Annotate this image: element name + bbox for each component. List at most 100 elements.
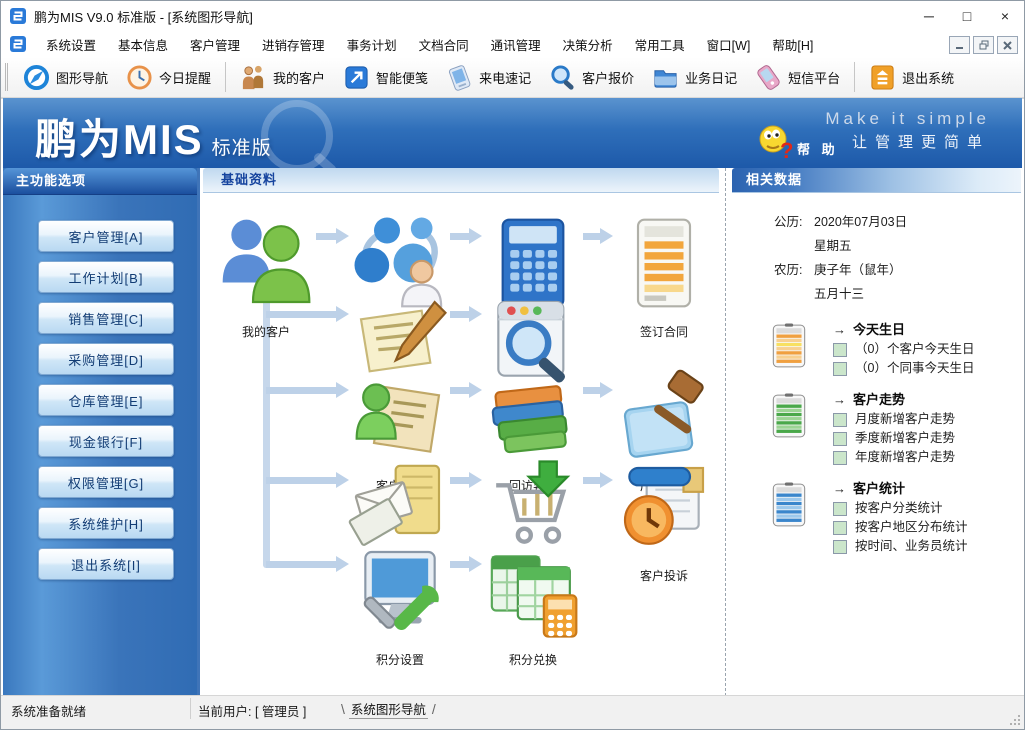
section-text: →客户统计按客户分类统计按客户地区分布统计按时间、业务员统计 xyxy=(833,479,968,556)
flow-arrow xyxy=(583,387,600,394)
bullet-icon xyxy=(833,413,847,427)
menu-item-5[interactable]: 事务计划 xyxy=(336,31,408,58)
section-text: →客户走势月度新增客户走势季度新增客户走势年度新增客户走势 xyxy=(833,390,955,467)
mdi-window-controls xyxy=(949,36,1018,54)
section-link[interactable]: 按客户地区分布统计 xyxy=(833,518,968,537)
mdi-minimize-button[interactable] xyxy=(949,36,970,54)
section-link[interactable]: 年度新增客户走势 xyxy=(833,448,955,467)
sidebar-button-5[interactable]: 仓库管理[E] xyxy=(38,384,174,416)
bullet-icon xyxy=(833,451,847,465)
section-title[interactable]: →客户走势 xyxy=(833,390,955,410)
sidebar-button-7[interactable]: 权限管理[G] xyxy=(38,466,174,498)
mdi-close-button[interactable] xyxy=(997,36,1018,54)
section-title[interactable]: →今天生日 xyxy=(833,320,974,340)
section-link[interactable]: 按时间、业务员统计 xyxy=(833,537,968,556)
toolbar-button-label: 智能便笺 xyxy=(376,68,428,87)
slogan-chinese: 让管理更简单 xyxy=(852,131,990,152)
minimize-button[interactable]: ─ xyxy=(910,1,948,31)
toolbar-button-5[interactable]: 来电速记 xyxy=(437,60,540,94)
section-trend-table: →客户走势月度新增客户走势季度新增客户走势年度新增客户走势 xyxy=(770,390,1021,467)
sidebar-button-4[interactable]: 采购管理[D] xyxy=(38,343,174,375)
menu-item-11[interactable]: 帮助[H] xyxy=(761,31,824,58)
right-panel-header: 相关数据 xyxy=(732,168,1021,193)
section-title[interactable]: →客户统计 xyxy=(833,479,968,499)
customer-complaint-icon xyxy=(612,546,716,563)
menu-item-10[interactable]: 窗口[W] xyxy=(696,31,762,58)
toolbar-button-7[interactable]: 业务日记 xyxy=(643,60,746,94)
sidebar-button-2[interactable]: 工作计划[B] xyxy=(38,261,174,293)
toolbar-button-2[interactable]: 今日提醒 xyxy=(117,60,220,94)
section-link-label: 月度新增客户走势 xyxy=(855,410,955,429)
calendar-label: 农历: xyxy=(774,258,814,282)
resize-grip[interactable] xyxy=(1009,714,1021,726)
main-panel-header: 基础资料 xyxy=(203,168,719,193)
menu-item-1[interactable]: 系统设置 xyxy=(35,31,107,58)
sidebar-button-9[interactable]: 退出系统[I] xyxy=(38,548,174,580)
section-link[interactable]: 按客户分类统计 xyxy=(833,499,968,518)
flow-node-points-exchange[interactable]: 积分兑换 xyxy=(481,539,585,668)
toolbar-button-4[interactable]: 智能便笺 xyxy=(334,60,437,94)
menu-item-3[interactable]: 客户管理 xyxy=(179,31,251,58)
menu-item-9[interactable]: 常用工具 xyxy=(624,31,696,58)
status-ready-text: 系统准备就绪 xyxy=(11,701,86,720)
toolbar-button-label: 我的客户 xyxy=(273,68,325,87)
toolbar-button-label: 今日提醒 xyxy=(159,68,211,87)
calendar-row-3: 农历:庚子年（鼠年） xyxy=(774,258,1021,282)
status-bar: 系统准备就绪 当前用户: [ 管理员 ] 系统图形导航 xyxy=(1,695,1024,729)
toolbar-button-9[interactable]: 退出系统 xyxy=(860,60,963,94)
toolbar-button-3[interactable]: 我的客户 xyxy=(231,60,334,94)
mdi-child-icon xyxy=(10,36,26,52)
flow-arrow xyxy=(316,233,336,240)
sidebar-button-1[interactable]: 客户管理[A] xyxy=(38,220,174,252)
bullet-icon xyxy=(833,362,847,376)
flow-node-label: 客户投诉 xyxy=(612,567,716,584)
section-link[interactable]: （0）个同事今天生日 xyxy=(833,359,974,378)
flow-node-sign-contract[interactable]: 签订合同 xyxy=(612,211,716,340)
help-button[interactable]: ? 帮 助 xyxy=(755,122,839,162)
menu-item-4[interactable]: 进销存管理 xyxy=(251,31,336,58)
mdi-restore-button[interactable] xyxy=(973,36,994,54)
sidebar-button-6[interactable]: 现金银行[F] xyxy=(38,425,174,457)
menu-item-8[interactable]: 决策分析 xyxy=(552,31,624,58)
flow-arrow xyxy=(583,233,600,240)
flow-node-label: 积分设置 xyxy=(348,651,452,668)
section-link[interactable]: 月度新增客户走势 xyxy=(833,410,955,429)
menu-item-7[interactable]: 通讯管理 xyxy=(480,31,552,58)
menu-bar: 系统设置基本信息客户管理进销存管理事务计划文档合同通讯管理决策分析常用工具窗口[… xyxy=(1,31,1024,58)
section-stats-table: →客户统计按客户分类统计按客户地区分布统计按时间、业务员统计 xyxy=(770,479,1021,556)
flow-node-my-customers[interactable]: 我的客户 xyxy=(214,211,318,340)
pda-icon xyxy=(446,64,473,91)
exit-icon xyxy=(869,64,896,91)
diary-icon xyxy=(652,64,679,91)
section-link-label: （0）个同事今天生日 xyxy=(855,359,974,378)
section-link[interactable]: （0）个客户今天生日 xyxy=(833,340,974,359)
sidebar-button-3[interactable]: 销售管理[C] xyxy=(38,302,174,334)
maximize-button[interactable]: □ xyxy=(948,1,986,31)
section-link-label: 年度新增客户走势 xyxy=(855,448,955,467)
close-button[interactable]: × xyxy=(986,1,1024,31)
flow-node-customer-complaint[interactable]: 客户投诉 xyxy=(612,455,716,584)
sidebar-button-8[interactable]: 系统维护[H] xyxy=(38,507,174,539)
menu-item-6[interactable]: 文档合同 xyxy=(408,31,480,58)
toolbar-button-1[interactable]: 图形导航 xyxy=(14,60,117,94)
flow-branch-arrow xyxy=(266,387,336,394)
section-link[interactable]: 季度新增客户走势 xyxy=(833,429,955,448)
flow-node-points-setting[interactable]: 积分设置 xyxy=(348,539,452,668)
content-area: 主功能选项 客户管理[A]工作计划[B]销售管理[C]采购管理[D]仓库管理[E… xyxy=(3,168,1022,696)
menu-item-2[interactable]: 基本信息 xyxy=(107,31,179,58)
calendar-info: 公历:2020年07月03日星期五农历:庚子年（鼠年）五月十三 xyxy=(774,210,1021,306)
flow-node-label: 我的客户 xyxy=(214,323,318,340)
flow-arrow xyxy=(450,233,469,240)
toolbar-button-6[interactable]: 客户报价 xyxy=(540,60,643,94)
bullet-icon xyxy=(833,502,847,516)
tab-graph-navigation[interactable]: 系统图形导航 xyxy=(341,699,436,718)
app-logo-icon xyxy=(10,8,26,24)
window-controls: ─ □ × xyxy=(910,1,1024,31)
banner: 鹏为MIS标准版 Make it simple 让管理更简单 ? 帮 助 xyxy=(3,98,1022,168)
calendar-value: 五月十三 xyxy=(814,282,864,306)
bullet-icon xyxy=(833,432,847,446)
toolbar-button-8[interactable]: 短信平台 xyxy=(746,60,849,94)
toolbar-button-label: 退出系统 xyxy=(902,68,954,87)
flow-branch-arrow xyxy=(266,561,336,568)
section-title-label: 今天生日 xyxy=(853,322,905,337)
